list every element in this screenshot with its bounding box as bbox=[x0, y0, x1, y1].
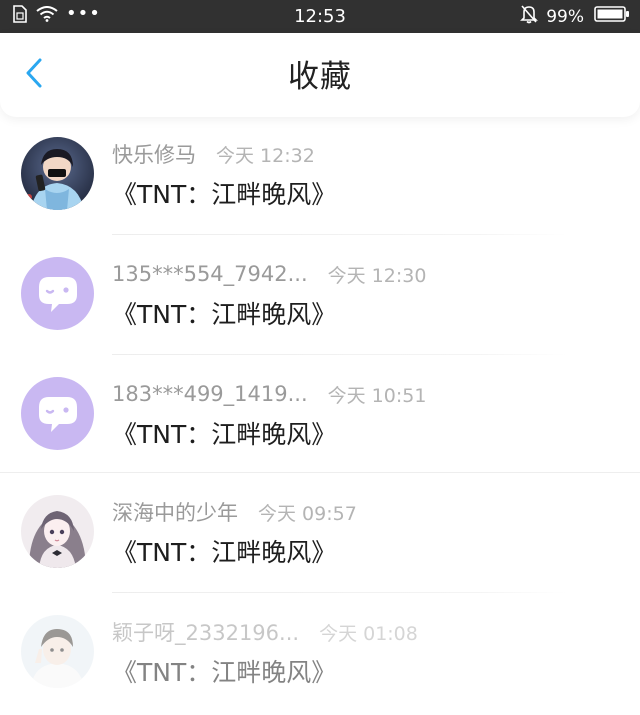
item-username: 183***499_1419... bbox=[112, 382, 308, 406]
item-timestamp: 今天 01:08 bbox=[319, 622, 418, 645]
item-title[interactable]: 《TNT：江畔晚风》 bbox=[112, 175, 336, 211]
item-meta: 深海中的少年 今天 09:57 bbox=[112, 497, 357, 527]
item-username: 颖子呀_2332196... bbox=[112, 621, 300, 645]
list-item[interactable]: 深海中的少年 今天 09:57 《TNT：江畔晚风》 bbox=[0, 475, 640, 595]
favorites-list: 快乐修马 今天 12:32 《TNT：江畔晚风》 135***554_7942.… bbox=[0, 117, 640, 713]
item-username: 深海中的少年 bbox=[112, 501, 238, 525]
list-item[interactable]: 183***499_1419... 今天 10:51 《TNT：江畔晚风》 bbox=[0, 357, 640, 477]
avatar[interactable] bbox=[21, 137, 94, 210]
status-right-icons: 99% bbox=[520, 0, 630, 33]
item-timestamp: 今天 12:30 bbox=[327, 264, 427, 287]
divider bbox=[112, 354, 567, 355]
user-photo-icon bbox=[21, 615, 94, 688]
item-timestamp: 今天 09:57 bbox=[258, 502, 357, 525]
page-title: 收藏 bbox=[288, 59, 352, 95]
battery-percent: 99% bbox=[546, 6, 584, 27]
status-bar: ••• 12:53 99% bbox=[0, 0, 640, 33]
battery-icon bbox=[594, 5, 630, 28]
item-timestamp: 今天 12:32 bbox=[216, 144, 315, 167]
divider bbox=[112, 234, 567, 235]
list-item[interactable]: 颖子呀_2332196... 今天 01:08 《TNT：江畔晚风》 bbox=[0, 595, 640, 715]
item-meta: 快乐修马 今天 12:32 bbox=[112, 139, 315, 169]
header: 收藏 bbox=[0, 33, 640, 117]
item-title[interactable]: 《TNT：江畔晚风》 bbox=[112, 533, 336, 569]
divider bbox=[0, 472, 640, 473]
divider bbox=[112, 592, 567, 593]
item-username: 135***554_7942... bbox=[112, 262, 308, 286]
item-meta: 135***554_7942... 今天 12:30 bbox=[112, 259, 426, 289]
avatar[interactable] bbox=[21, 615, 94, 688]
item-username: 快乐修马 bbox=[112, 143, 196, 167]
item-meta: 颖子呀_2332196... 今天 01:08 bbox=[112, 617, 418, 647]
avatar[interactable] bbox=[21, 257, 94, 330]
avatar[interactable] bbox=[21, 377, 94, 450]
user-photo-icon bbox=[21, 495, 94, 568]
item-title[interactable]: 《TNT：江畔晚风》 bbox=[112, 295, 336, 331]
bell-muted-icon bbox=[520, 4, 539, 29]
item-title[interactable]: 《TNT：江畔晚风》 bbox=[112, 653, 336, 689]
item-timestamp: 今天 10:51 bbox=[327, 384, 427, 407]
list-item[interactable]: 快乐修马 今天 12:32 《TNT：江畔晚风》 bbox=[0, 117, 640, 237]
item-meta: 183***499_1419... 今天 10:51 bbox=[112, 379, 426, 409]
item-title[interactable]: 《TNT：江畔晚风》 bbox=[112, 415, 336, 451]
default-avatar-chat-icon bbox=[21, 377, 94, 450]
list-item[interactable]: 135***554_7942... 今天 12:30 《TNT：江畔晚风》 bbox=[0, 237, 640, 357]
avatar[interactable] bbox=[21, 495, 94, 568]
user-photo-icon bbox=[21, 137, 94, 210]
default-avatar-chat-icon bbox=[21, 257, 94, 330]
